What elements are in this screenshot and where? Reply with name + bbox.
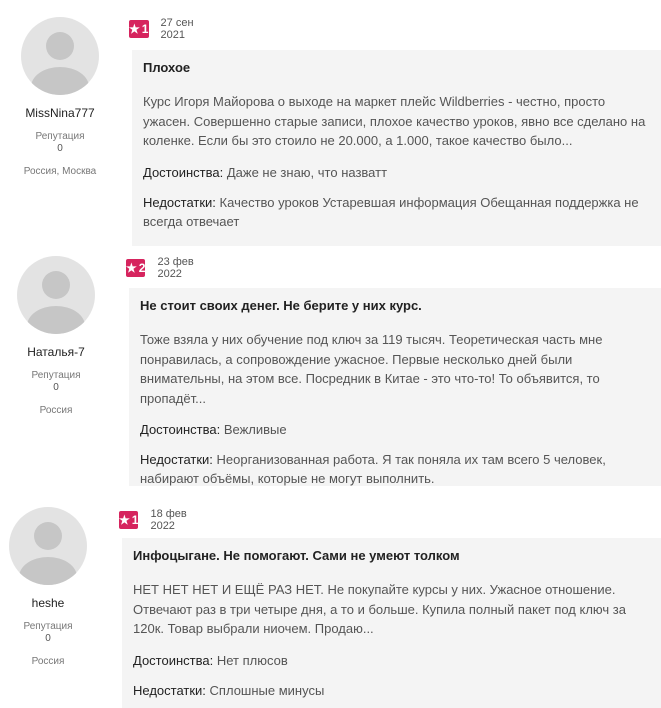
review-title: Не стоит своих денег. Не берите у них ку… [140, 298, 422, 313]
pros-label: Достоинства: [133, 652, 214, 668]
review-card[interactable]: Не стоит своих денег. Не берите у них ку… [129, 288, 661, 486]
cons-text: Сплошные минусы [209, 682, 325, 698]
review-author: MissNina777 Репутация 0 Россия, Москва [0, 17, 120, 177]
rating-value: 1 [141, 22, 149, 36]
reputation-label: Репутация [31, 370, 81, 381]
username[interactable]: MissNina777 [0, 106, 120, 120]
review-cons: Недостатки: Сплошные минусы [133, 681, 651, 700]
cons-label: Недостатки: [133, 682, 206, 698]
review-text: Тоже взяла у них обучение под ключ за 11… [140, 332, 603, 406]
review-cons: Недостатки: Качество уроков Устаревшая и… [143, 193, 651, 231]
review-author: heshe Репутация 0 Россия [0, 507, 108, 667]
star-icon: ★ [129, 22, 140, 36]
review-author: Наталья-7 Репутация 0 Россия [0, 256, 116, 416]
review-meta: ★ 1 18 фев 2022 [119, 508, 187, 532]
reputation-value: 0 [53, 382, 59, 393]
pros-label: Достоинства: [140, 422, 221, 437]
star-icon: ★ [119, 513, 130, 527]
rating-value: 2 [138, 261, 146, 275]
avatar[interactable] [21, 17, 99, 95]
star-icon: ★ [126, 261, 137, 275]
review-text: Курс Игоря Майорова о выходе на маркет п… [143, 94, 646, 148]
review-cons: Недостатки: Неорганизованная работа. Я т… [140, 450, 651, 486]
user-location: Россия [39, 405, 73, 416]
pros-label: Достоинства: [143, 164, 224, 180]
username[interactable]: heshe [0, 596, 108, 610]
review-card[interactable]: Плохое Курс Игоря Майорова о выходе на м… [132, 50, 661, 246]
review-text: НЕТ НЕТ НЕТ И ЕЩЁ РАЗ НЕТ. Не покупайте … [133, 582, 626, 636]
user-location: Россия [31, 656, 65, 667]
avatar[interactable] [9, 507, 87, 585]
rating-badge: ★ 2 [126, 259, 146, 277]
avatar[interactable] [17, 256, 95, 334]
review-pros: Достоинства: Нет плюсов [133, 651, 651, 670]
cons-text: Качество уроков Устаревшая информация Об… [143, 194, 639, 229]
pros-text: Даже не знаю, что назватт [226, 164, 388, 180]
rating-badge: ★ 1 [119, 511, 139, 529]
username[interactable]: Наталья-7 [0, 345, 116, 359]
rating-value: 1 [131, 513, 139, 527]
review-date: 23 фев 2022 [157, 256, 194, 280]
user-location: Россия, Москва [23, 166, 97, 177]
pros-text: Нет плюсов [216, 652, 288, 668]
review-pros: Достоинства: Даже не знаю, что назватт [143, 163, 651, 182]
rating-badge: ★ 1 [129, 20, 149, 38]
pros-text: Вежливые [223, 422, 287, 437]
reputation-value: 0 [45, 633, 51, 644]
cons-label: Недостатки: [143, 194, 216, 210]
reputation-label: Репутация [23, 621, 73, 632]
review-meta: ★ 2 23 фев 2022 [126, 256, 194, 280]
review-card[interactable]: Инфоцыгане. Не помогают. Сами не умеют т… [122, 538, 661, 708]
review-pros: Достоинства: Вежливые [140, 420, 651, 439]
review-title: Плохое [143, 60, 191, 75]
review-title: Инфоцыгане. Не помогают. Сами не умеют т… [133, 548, 460, 563]
reputation-value: 0 [57, 143, 63, 154]
cons-label: Недостатки: [140, 452, 213, 467]
review-meta: ★ 1 27 сен 2021 [129, 17, 197, 41]
review-date: 18 фев 2022 [150, 508, 187, 532]
reputation-label: Репутация [35, 131, 85, 142]
review-date: 27 сен 2021 [160, 17, 194, 41]
